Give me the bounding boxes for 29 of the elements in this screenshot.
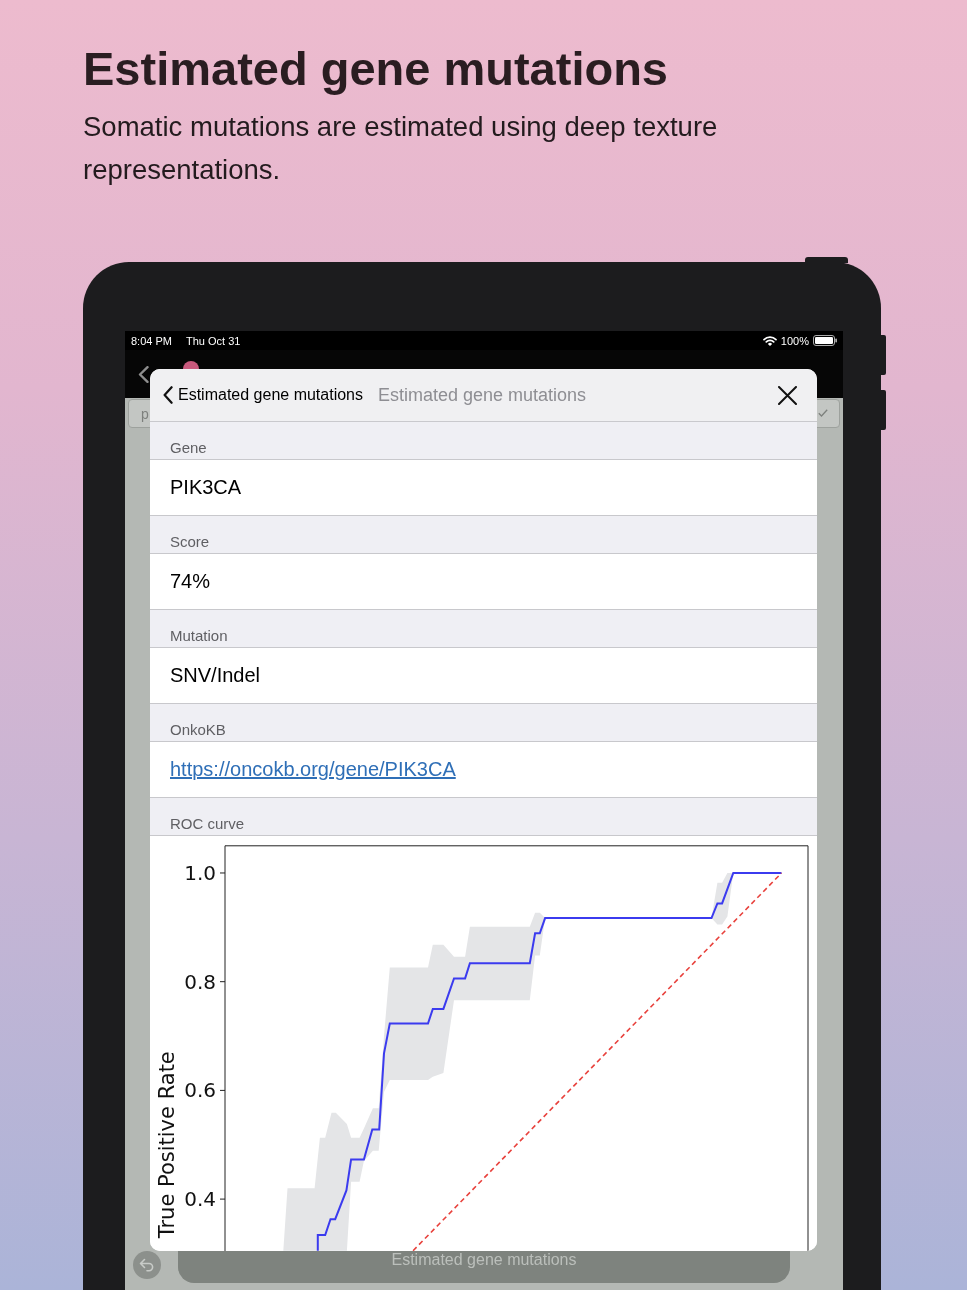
page-subtitle: Somatic mutations are estimated using deep texture representations. xyxy=(83,110,719,187)
y-tick-label: 0.4 xyxy=(184,1187,216,1212)
battery-icon xyxy=(813,335,837,346)
page-title: Estimated gene mutations xyxy=(83,41,669,97)
chevron-left-icon xyxy=(163,386,173,404)
chevron-left-icon[interactable] xyxy=(138,366,149,383)
y-tick-label: 0.8 xyxy=(184,969,216,994)
wifi-icon xyxy=(762,335,777,346)
check-icon xyxy=(818,409,828,417)
close-button[interactable] xyxy=(778,385,797,405)
field-value: 74% xyxy=(170,570,211,593)
return-arrow-icon xyxy=(139,1258,155,1272)
y-axis-title: True Positive Rate xyxy=(155,1051,179,1239)
field-label: ROC curve xyxy=(170,815,245,832)
battery-percent: 100% xyxy=(780,334,809,347)
sheet-title: Estimated gene mutations xyxy=(378,384,587,406)
field-value: PIK3CA xyxy=(170,476,242,499)
field-label: Score xyxy=(170,533,210,550)
field-label: OnkoKB xyxy=(170,721,226,738)
y-tick-label: 1.0 xyxy=(184,861,216,885)
status-time: 8:04 PM xyxy=(131,334,172,347)
field-label: Gene xyxy=(170,439,207,456)
back-button[interactable]: Estimated gene mutations xyxy=(163,386,363,404)
status-date: Thu Oct 31 xyxy=(185,334,241,347)
link[interactable]: https://oncokb.org/gene/PIK3CA xyxy=(170,758,456,781)
close-icon xyxy=(778,385,797,405)
field-label: Mutation xyxy=(170,627,228,644)
y-tick-label: 0.6 xyxy=(184,1078,216,1103)
field-value: SNV/Indel xyxy=(170,664,261,687)
